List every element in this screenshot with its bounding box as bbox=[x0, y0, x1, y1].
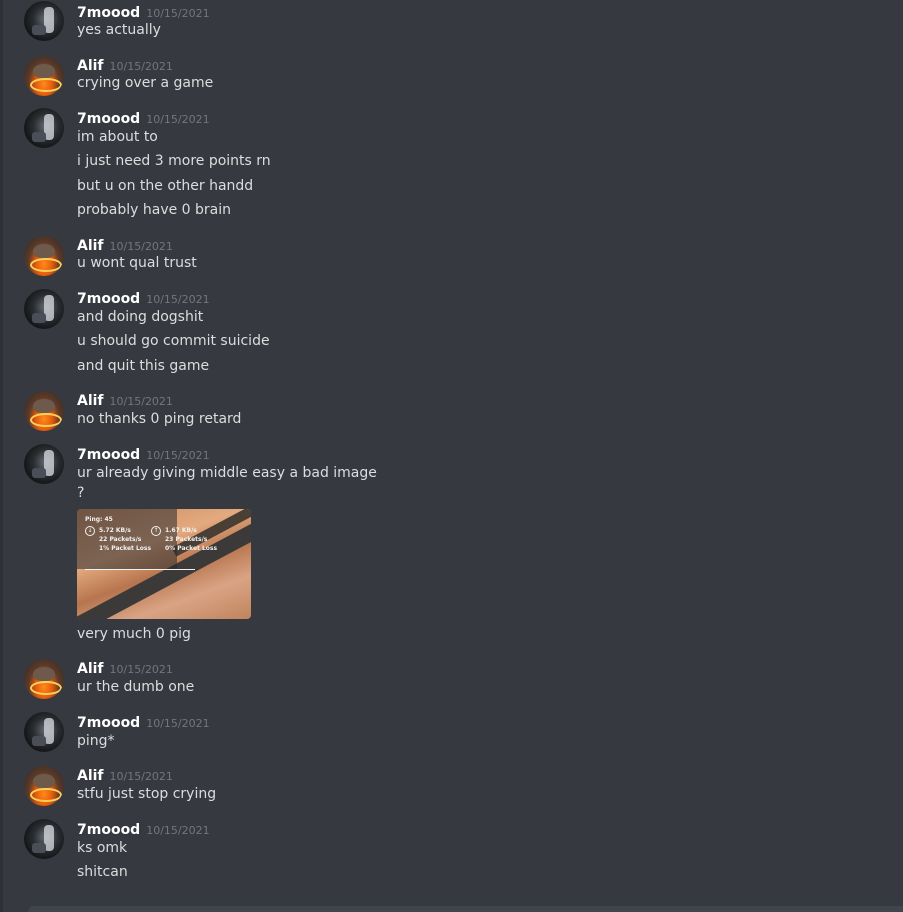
avatar[interactable] bbox=[24, 444, 64, 484]
download-icon: ↓ bbox=[85, 526, 95, 536]
image-attachment[interactable]: Ping: 45 ↓ 5.72 KB/s 22 Packets/s 1% Pac… bbox=[77, 509, 251, 619]
avatar[interactable] bbox=[24, 1, 64, 41]
avatar-detail bbox=[33, 244, 55, 258]
avatar[interactable] bbox=[24, 766, 64, 806]
message-text: and quit this game bbox=[77, 358, 210, 374]
username[interactable]: 7moood bbox=[77, 447, 140, 463]
avatar-detail bbox=[32, 132, 46, 142]
username[interactable]: Alif bbox=[77, 768, 104, 784]
upload-loss: 0% Packet Loss bbox=[165, 545, 218, 552]
message-text: ur already giving middle easy a bad imag… bbox=[77, 465, 377, 481]
timestamp: 10/15/2021 bbox=[146, 293, 210, 306]
avatar-detail bbox=[32, 313, 46, 323]
upload-icon: ↑ bbox=[151, 526, 161, 536]
timestamp: 10/15/2021 bbox=[109, 395, 173, 408]
message-text: shitcan bbox=[77, 864, 128, 880]
avatar-detail bbox=[30, 788, 62, 802]
upload-rate: 1.67 KB/s bbox=[165, 527, 197, 534]
timestamp: 10/15/2021 bbox=[146, 449, 210, 462]
message-text: no thanks 0 ping retard bbox=[77, 411, 242, 427]
message-text: probably have 0 brain bbox=[77, 202, 232, 218]
ping-readout: Ping: 45 bbox=[85, 516, 113, 523]
left-edge bbox=[0, 0, 8, 912]
username[interactable]: Alif bbox=[77, 238, 104, 254]
message-header: 7moood 10/15/2021 bbox=[77, 712, 210, 732]
avatar-detail bbox=[33, 774, 55, 788]
avatar[interactable] bbox=[24, 56, 64, 96]
message-input-bar[interactable] bbox=[28, 906, 903, 912]
username[interactable]: Alif bbox=[77, 58, 104, 74]
download-loss: 1% Packet Loss bbox=[99, 545, 152, 552]
message-text: u wont qual trust bbox=[77, 255, 197, 271]
message-header: Alif 10/15/2021 bbox=[77, 390, 173, 410]
timestamp: 10/15/2021 bbox=[109, 663, 173, 676]
timestamp: 10/15/2021 bbox=[146, 113, 210, 126]
message-text: u should go commit suicide bbox=[77, 333, 270, 349]
avatar-detail bbox=[30, 413, 62, 427]
avatar-detail bbox=[33, 64, 55, 78]
username[interactable]: 7moood bbox=[77, 291, 140, 307]
avatar-detail bbox=[32, 843, 46, 853]
message-text: and doing dogshit bbox=[77, 309, 204, 325]
avatar-detail bbox=[30, 681, 62, 695]
graph-line bbox=[85, 569, 195, 570]
avatar-detail bbox=[32, 25, 46, 35]
message-header: 7moood 10/15/2021 bbox=[77, 444, 210, 464]
message-text: ks omk bbox=[77, 840, 128, 856]
message-text: ping* bbox=[77, 733, 115, 749]
message-text: stfu just stop crying bbox=[77, 786, 217, 802]
message-text: yes actually bbox=[77, 22, 161, 38]
avatar-detail bbox=[33, 399, 55, 413]
avatar[interactable] bbox=[24, 819, 64, 859]
avatar[interactable] bbox=[24, 659, 64, 699]
timestamp: 10/15/2021 bbox=[146, 824, 210, 837]
timestamp: 10/15/2021 bbox=[146, 717, 210, 730]
left-edge-bar bbox=[0, 0, 3, 912]
timestamp: 10/15/2021 bbox=[109, 60, 173, 73]
message-header: Alif 10/15/2021 bbox=[77, 235, 173, 255]
avatar[interactable] bbox=[24, 391, 64, 431]
username[interactable]: Alif bbox=[77, 393, 104, 409]
download-rate: 5.72 KB/s bbox=[99, 527, 131, 534]
message-header: Alif 10/15/2021 bbox=[77, 658, 173, 678]
message-header: Alif 10/15/2021 bbox=[77, 55, 173, 75]
message-header: 7moood 10/15/2021 bbox=[77, 288, 210, 308]
message-text: im about to bbox=[77, 129, 158, 145]
download-packets: 22 Packets/s bbox=[99, 536, 142, 543]
message-text: but u on the other handd bbox=[77, 178, 254, 194]
message-header: 7moood 10/15/2021 bbox=[77, 2, 210, 22]
message-text: ? bbox=[77, 485, 85, 501]
message-header: 7moood 10/15/2021 bbox=[77, 108, 210, 128]
avatar-detail bbox=[30, 258, 62, 272]
upload-packets: 23 Packets/s bbox=[165, 536, 208, 543]
message-header: Alif 10/15/2021 bbox=[77, 765, 173, 785]
avatar-detail bbox=[33, 667, 55, 681]
message-header: 7moood 10/15/2021 bbox=[77, 819, 210, 839]
avatar-detail bbox=[30, 78, 62, 92]
timestamp: 10/15/2021 bbox=[109, 240, 173, 253]
avatar[interactable] bbox=[24, 289, 64, 329]
chat-window: 7moood 10/15/2021 yes actually Alif 10/15/… bbox=[0, 0, 903, 912]
username[interactable]: 7moood bbox=[77, 111, 140, 127]
message-text: i just need 3 more points rn bbox=[77, 153, 271, 169]
avatar[interactable] bbox=[24, 236, 64, 276]
timestamp: 10/15/2021 bbox=[109, 770, 173, 783]
message-text: ur the dumb one bbox=[77, 679, 195, 695]
avatar-detail bbox=[32, 468, 46, 478]
timestamp: 10/15/2021 bbox=[146, 7, 210, 20]
avatar[interactable] bbox=[24, 712, 64, 752]
username[interactable]: Alif bbox=[77, 661, 104, 677]
username[interactable]: 7moood bbox=[77, 5, 140, 21]
avatar-detail bbox=[32, 736, 46, 746]
username[interactable]: 7moood bbox=[77, 822, 140, 838]
username[interactable]: 7moood bbox=[77, 715, 140, 731]
avatar[interactable] bbox=[24, 108, 64, 148]
message-text: crying over a game bbox=[77, 75, 214, 91]
message-text: very much 0 pig bbox=[77, 626, 191, 642]
